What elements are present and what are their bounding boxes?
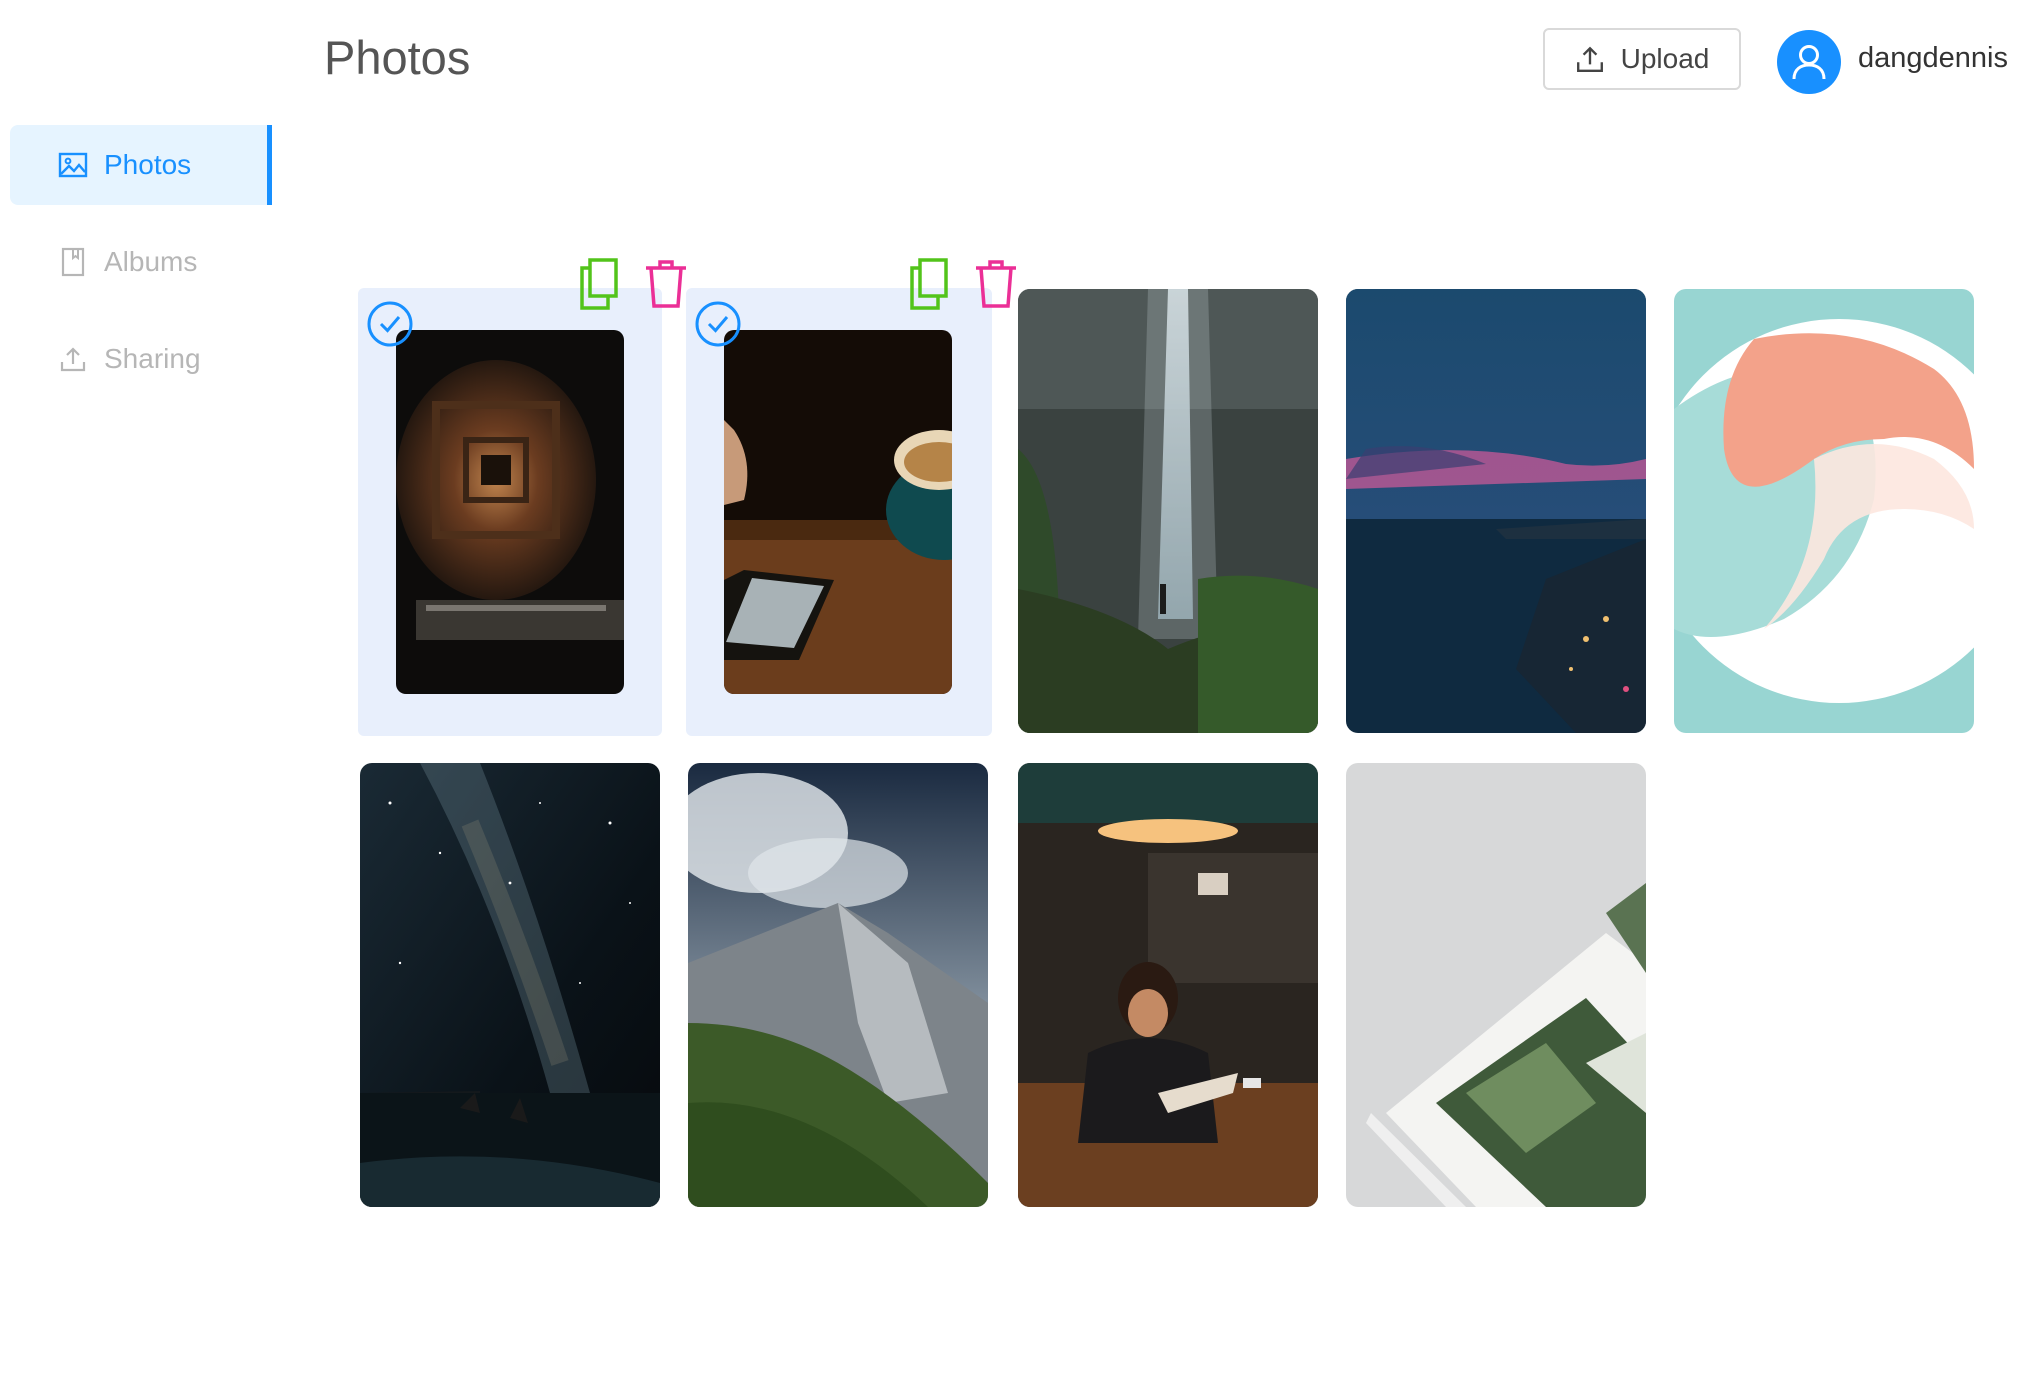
- check-circle-icon[interactable]: [366, 300, 414, 348]
- trash-icon[interactable]: [644, 258, 688, 310]
- sidebar-item-albums[interactable]: Albums: [10, 222, 272, 302]
- photo-thumbnail: [688, 763, 988, 1207]
- photo-tile[interactable]: [688, 763, 988, 1207]
- copy-icon[interactable]: [906, 258, 950, 310]
- user-icon: [1792, 45, 1826, 80]
- upload-icon: [56, 342, 90, 376]
- page-title: Photos: [324, 31, 471, 84]
- photo-thumbnail: [360, 763, 660, 1207]
- photo-thumbnail: [1674, 289, 1974, 733]
- sidebar-item-photos[interactable]: Photos: [10, 125, 272, 205]
- upload-button[interactable]: Upload: [1543, 28, 1741, 90]
- avatar[interactable]: [1777, 30, 1841, 94]
- photo-tile[interactable]: [1018, 289, 1318, 733]
- photo-tile[interactable]: [1018, 763, 1318, 1207]
- photo-tile[interactable]: [358, 258, 686, 736]
- photo-tile[interactable]: [360, 763, 660, 1207]
- image-icon: [56, 148, 90, 182]
- upload-icon: [1575, 44, 1605, 74]
- sidebar-item-sharing[interactable]: Sharing: [10, 319, 272, 399]
- photo-tile[interactable]: [1346, 289, 1646, 733]
- upload-label: Upload: [1620, 43, 1710, 74]
- photo-thumbnail: [724, 330, 952, 694]
- check-circle-icon[interactable]: [694, 300, 742, 348]
- book-icon: [56, 245, 90, 279]
- sidebar: Photos Albums Sharing: [0, 0, 272, 1384]
- photo-tile[interactable]: [1674, 289, 1974, 733]
- trash-icon[interactable]: [974, 258, 1018, 310]
- photo-thumbnail: [1346, 763, 1646, 1207]
- photo-thumbnail: [1018, 763, 1318, 1207]
- sidebar-item-label: Photos: [104, 149, 192, 180]
- photo-tile[interactable]: [686, 258, 1016, 736]
- username[interactable]: dangdennis: [1858, 42, 2008, 75]
- photo-tile[interactable]: [1346, 763, 1646, 1207]
- photo-thumbnail: [1018, 289, 1318, 733]
- copy-icon[interactable]: [576, 258, 620, 310]
- sidebar-item-label: Albums: [104, 246, 198, 277]
- photo-thumbnail: [396, 330, 624, 694]
- sidebar-item-label: Sharing: [104, 343, 201, 374]
- photo-thumbnail: [1346, 289, 1646, 733]
